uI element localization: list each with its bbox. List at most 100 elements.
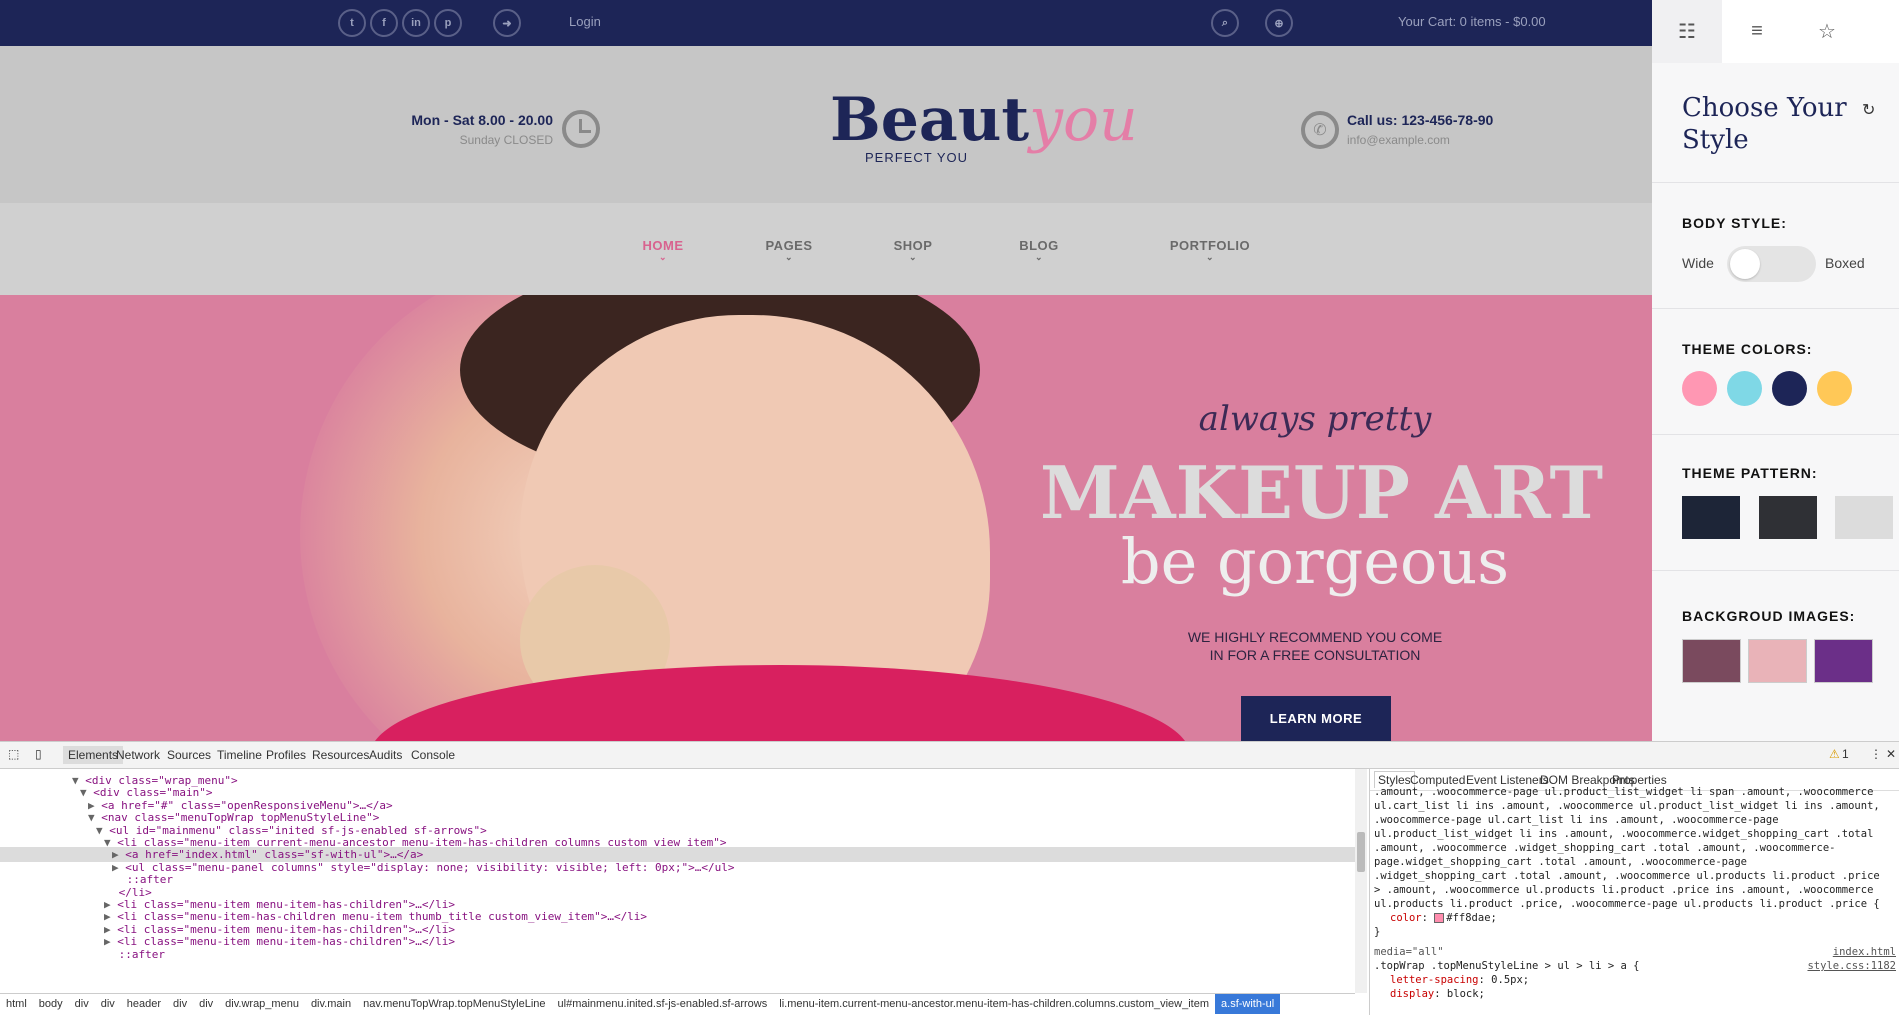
background-image-thumb[interactable]	[1682, 639, 1741, 683]
css-declaration[interactable]: letter-spacing: 0.5px;	[1374, 973, 1899, 987]
tab-network[interactable]: Network	[116, 748, 160, 762]
tab-console[interactable]: Console	[411, 748, 455, 762]
css-value: 0.5px;	[1491, 974, 1530, 986]
css-declaration[interactable]: color: #ff8dae;	[1374, 911, 1899, 925]
nav-item-label: SHOP	[893, 238, 933, 253]
sliders-icon[interactable]: ☷	[1652, 0, 1722, 63]
background-image-thumb[interactable]	[1814, 639, 1873, 683]
theme-pattern-swatch[interactable]	[1759, 496, 1817, 539]
dom-tree[interactable]: ▼ <div class="wrap_menu"> ▼ <div class="m…	[0, 769, 1355, 993]
dom-node-markup: ::after	[118, 947, 165, 961]
body-style-toggle[interactable]	[1727, 246, 1816, 282]
theme-color-swatch[interactable]	[1817, 371, 1852, 406]
hours-sub: Sunday CLOSED	[459, 133, 553, 147]
learn-more-button[interactable]: LEARN MORE	[1241, 696, 1391, 741]
chevron-down-icon: ⌄	[658, 252, 668, 262]
source-link[interactable]: style.css:1182	[1790, 959, 1896, 973]
star-icon[interactable]: ☆	[1792, 0, 1862, 63]
dom-node[interactable]: ::after	[0, 947, 1355, 962]
twitter-icon[interactable]: t	[338, 9, 366, 37]
linkedin-icon[interactable]: in	[402, 9, 430, 37]
site-logo[interactable]: Beautyou	[830, 90, 1138, 150]
top-bar: t f in p ➜ Login ⌕ ⊕ Your Cart: 0 items …	[0, 0, 1652, 46]
nav-item-blog[interactable]: BLOG ⌄	[989, 238, 1089, 263]
css-selector-line[interactable]: .woocommerce-page ul.cart_list li ins .a…	[1374, 813, 1899, 827]
breadcrumb-item[interactable]: header	[121, 994, 167, 1014]
css-property: color	[1390, 912, 1422, 924]
theme-pattern-swatch[interactable]	[1835, 496, 1893, 539]
divider	[1652, 182, 1899, 183]
theme-color-swatch[interactable]	[1682, 371, 1717, 406]
login-link[interactable]: Login	[569, 14, 601, 29]
dom-scrollbar[interactable]	[1355, 769, 1367, 993]
search-icon[interactable]: ⌕	[1211, 9, 1239, 37]
css-selector-line[interactable]: .widget_shopping_cart .total .amount, .w…	[1374, 869, 1899, 883]
email-address[interactable]: info@example.com	[1347, 133, 1493, 147]
breadcrumb-item[interactable]: nav.menuTopWrap.topMenuStyleLine	[357, 994, 551, 1014]
breadcrumb-item[interactable]: div.wrap_menu	[219, 994, 305, 1014]
css-selector-line[interactable]: .amount, .woocommerce .widget_shopping_c…	[1374, 841, 1899, 855]
hero-subheadline: be gorgeous	[1120, 525, 1510, 598]
css-close-brace: }	[1374, 926, 1381, 938]
color-swatch-icon[interactable]	[1434, 913, 1445, 923]
facebook-icon[interactable]: f	[370, 9, 398, 37]
breadcrumb-item[interactable]: body	[33, 994, 69, 1014]
breadcrumb-item[interactable]: div	[193, 994, 219, 1014]
styles-pane: Styles Computed Event Listeners DOM Breakpo…	[1369, 769, 1899, 1015]
menu-icon[interactable]: ≡	[1722, 0, 1792, 63]
warning-count[interactable]: 1	[1842, 747, 1849, 761]
theme-pattern-swatch[interactable]	[1682, 496, 1740, 539]
contact-info: Call us: 123-456-78-90 info@example.com	[1347, 112, 1493, 147]
breadcrumb-item[interactable]: div	[95, 994, 121, 1014]
reset-icon[interactable]: ↻	[1862, 100, 1875, 120]
css-selector-line[interactable]: ul.product_list_widget li ins .amount, .…	[1374, 827, 1899, 841]
wide-label: Wide	[1682, 255, 1714, 271]
tab-timeline[interactable]: Timeline	[217, 748, 262, 762]
nav-item-home[interactable]: HOME ⌄	[613, 238, 713, 263]
theme-pattern-label: THEME PATTERN:	[1682, 465, 1818, 481]
login-icon[interactable]: ➜	[493, 9, 521, 37]
css-selector-line[interactable]: .amount, .woocommerce-page ul.product_li…	[1374, 785, 1899, 799]
breadcrumb-item[interactable]: a.sf-with-ul	[1215, 994, 1281, 1014]
warning-icon[interactable]: ⚠	[1829, 747, 1840, 761]
chevron-down-icon: ⌄	[1205, 252, 1215, 262]
close-icon[interactable]: ✕	[1886, 747, 1896, 761]
breadcrumb-item[interactable]: html	[0, 994, 33, 1014]
background-images-label: BACKGROUD IMAGES:	[1682, 608, 1856, 624]
background-image-thumb[interactable]	[1748, 639, 1807, 683]
css-selector-line[interactable]: page.widget_shopping_cart .total .amount…	[1374, 855, 1899, 869]
cart-icon[interactable]: ⊕	[1265, 9, 1293, 37]
pinterest-icon[interactable]: p	[434, 9, 462, 37]
body-style-label: BODY STYLE:	[1682, 215, 1787, 231]
cart-summary[interactable]: Your Cart: 0 items - $0.00	[1398, 14, 1546, 29]
theme-color-swatch[interactable]	[1772, 371, 1807, 406]
nav-item-portfolio[interactable]: PORTFOLIO ⌄	[1155, 238, 1265, 263]
css-declaration[interactable]: display: block;	[1374, 987, 1899, 1001]
css-selector-line[interactable]: > .amount, .woocommerce ul.products li.p…	[1374, 883, 1899, 897]
source-link[interactable]: index.html	[1800, 945, 1896, 959]
inspect-icon[interactable]: ⬚	[8, 747, 19, 761]
tab-sources[interactable]: Sources	[167, 748, 211, 762]
tab-elements[interactable]: Elements	[63, 746, 124, 764]
breadcrumb-item[interactable]: div	[167, 994, 193, 1014]
breadcrumb-item[interactable]: ul#mainmenu.inited.sf-js-enabled.sf-arro…	[552, 994, 774, 1014]
breadcrumb-item[interactable]: div.main	[305, 994, 357, 1014]
theme-color-swatch[interactable]	[1727, 371, 1762, 406]
tab-audits[interactable]: Audits	[369, 748, 402, 762]
breadcrumb-item[interactable]: li.menu-item.current-menu-ancestor.menu-…	[773, 994, 1215, 1014]
tab-resources[interactable]: Resources	[312, 748, 369, 762]
css-selector-line[interactable]: ul.cart_list li ins .amount, .woocommerc…	[1374, 799, 1899, 813]
tab-profiles[interactable]: Profiles	[266, 748, 306, 762]
scrollbar-thumb[interactable]	[1357, 832, 1365, 872]
toggle-knob	[1730, 249, 1760, 279]
nav-item-label: PAGES	[765, 238, 813, 253]
device-mode-icon[interactable]: ▯	[35, 747, 42, 761]
more-options-icon[interactable]: ⋮	[1870, 747, 1882, 761]
nav-item-pages[interactable]: PAGES ⌄	[739, 238, 839, 263]
nav-item-label: BLOG	[1019, 238, 1059, 253]
css-value: #ff8dae;	[1446, 912, 1497, 924]
hero-script-text: always pretty	[1198, 399, 1432, 439]
css-selector-line[interactable]: ul.products li.product .price, .woocomme…	[1374, 897, 1899, 911]
breadcrumb-item[interactable]: div	[69, 994, 95, 1014]
nav-item-shop[interactable]: SHOP ⌄	[863, 238, 963, 263]
